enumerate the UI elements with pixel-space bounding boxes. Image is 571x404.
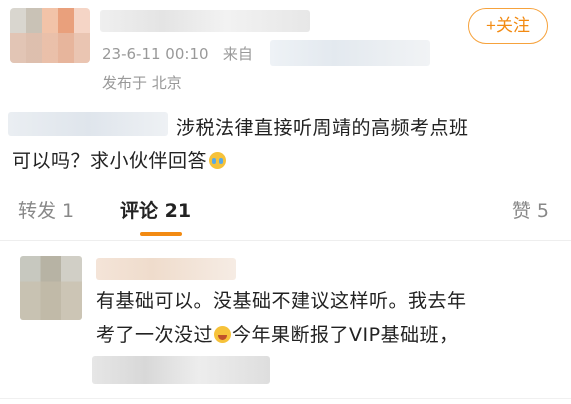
comment-text-redacted: [92, 356, 270, 384]
comment-text-line2-part2: 今年果断报了VIP基础班，: [232, 324, 459, 346]
post-mention-redacted[interactable]: [8, 112, 168, 136]
commenter-name-redacted[interactable]: [96, 258, 236, 280]
post-text-line2: 可以吗？求小伙伴回答: [12, 146, 227, 173]
post-author-name-redacted[interactable]: [100, 10, 310, 32]
post-text-line1: 涉税法律直接听周靖的高频考点班: [176, 117, 469, 139]
commenter-avatar[interactable]: [20, 256, 82, 320]
post-text-line2-content: 可以吗？求小伙伴回答: [12, 150, 208, 172]
comment-text-line1: 有基础可以。没基础不建议这样听。我去年: [96, 290, 467, 312]
post-location: 发布于 北京: [102, 74, 182, 92]
post-meta: 23-6-11 00:10 来自: [102, 43, 253, 64]
post-source-label: 来自: [222, 45, 253, 63]
active-tab-indicator: [140, 232, 182, 236]
comment-divider: [0, 398, 571, 399]
post-source-redacted: [270, 40, 430, 66]
tab-like[interactable]: 赞 5: [512, 196, 549, 223]
post-timestamp: 23-6-11 00:10: [102, 45, 209, 63]
crying-emoji-icon: [209, 152, 227, 169]
tab-repost[interactable]: 转发 1: [18, 196, 74, 223]
comment-text-line2: 考了一次没过 今年果断报了VIP基础班，: [96, 320, 459, 347]
laughing-tears-emoji-icon: [214, 326, 232, 343]
tab-comment[interactable]: 评论 21: [120, 196, 191, 223]
comment-text-line2-part1: 考了一次没过: [96, 324, 214, 346]
follow-button[interactable]: +关注: [468, 8, 548, 44]
tabs-divider: [0, 240, 571, 241]
post-author-avatar[interactable]: [10, 8, 90, 63]
